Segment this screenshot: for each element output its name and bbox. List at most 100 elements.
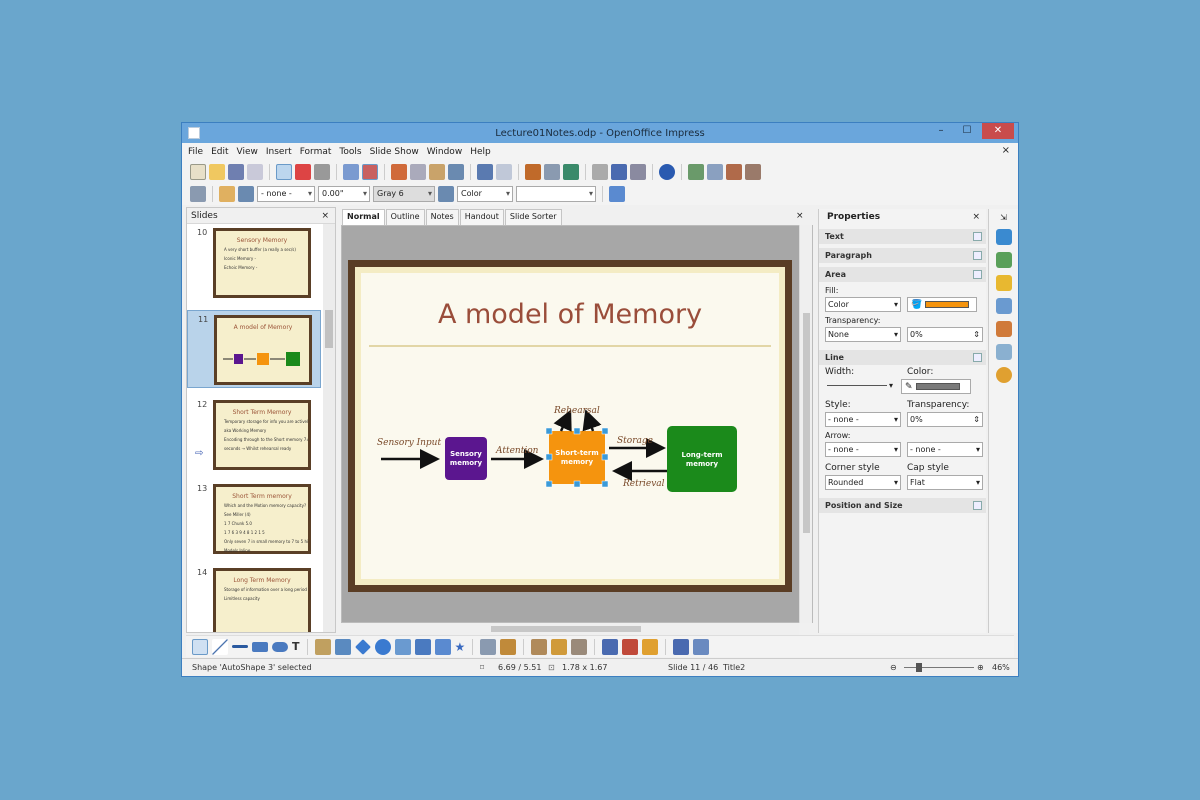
- line-color-select[interactable]: ✎: [901, 379, 971, 394]
- more-options-icon[interactable]: [973, 270, 982, 279]
- slide-design-icon[interactable]: [707, 164, 723, 180]
- editor-horizontal-scrollbar[interactable]: [341, 623, 799, 635]
- save-icon[interactable]: [228, 164, 244, 180]
- cap-style-select[interactable]: Flat: [907, 475, 983, 490]
- paste-icon[interactable]: [429, 164, 445, 180]
- select-pointer-icon[interactable]: [192, 638, 208, 655]
- fill-color-select[interactable]: 🪣: [907, 297, 977, 312]
- area-fill-select[interactable]: [516, 186, 596, 202]
- slide-thumbnail-selected[interactable]: 11 A model of Memory: [187, 310, 321, 388]
- area-style-select[interactable]: Color: [457, 186, 513, 202]
- section-area[interactable]: Area: [819, 267, 986, 282]
- more-options-icon[interactable]: [973, 353, 982, 362]
- zoom-slider[interactable]: [904, 667, 974, 668]
- undo-icon[interactable]: [477, 164, 493, 180]
- properties-deck-icon[interactable]: [995, 229, 1012, 245]
- symbol-shapes-icon[interactable]: [374, 638, 391, 655]
- spellcheck-icon[interactable]: [343, 164, 359, 180]
- zoom-slider-thumb[interactable]: [916, 663, 922, 672]
- zoom-in-icon[interactable]: ⊕: [977, 663, 984, 672]
- slide-thumbnail[interactable]: 13 Short Term memory Which and the Motio…: [187, 480, 321, 558]
- redo-icon[interactable]: [496, 164, 512, 180]
- long-term-memory-box[interactable]: [667, 426, 737, 492]
- styles-icon[interactable]: [995, 344, 1012, 360]
- export-pdf-icon[interactable]: [295, 164, 311, 180]
- close-button[interactable]: ✕: [982, 123, 1014, 139]
- glue-points-icon[interactable]: [500, 638, 517, 655]
- slide-thumbnail[interactable]: 12 ⇨ Short Term Memory Temporary storage…: [187, 396, 321, 474]
- flowchart-icon[interactable]: [414, 638, 431, 655]
- from-file-icon[interactable]: [551, 638, 568, 655]
- extrusion-icon[interactable]: [673, 638, 690, 655]
- new-document-icon[interactable]: [190, 164, 206, 180]
- slide-transition-icon[interactable]: [995, 298, 1012, 314]
- properties-close-icon[interactable]: ×: [972, 209, 980, 225]
- line-style-select[interactable]: - none -: [825, 412, 901, 427]
- cut-icon[interactable]: [391, 164, 407, 180]
- rotate-icon[interactable]: [602, 638, 619, 655]
- chart-icon[interactable]: [525, 164, 541, 180]
- edit-file-icon[interactable]: [276, 164, 292, 180]
- arrow-start-select[interactable]: - none -: [825, 442, 901, 457]
- callouts-icon[interactable]: [434, 638, 451, 655]
- menu-insert[interactable]: Insert: [266, 147, 292, 157]
- slide-show-icon[interactable]: [745, 164, 761, 180]
- copy-icon[interactable]: [410, 164, 426, 180]
- slide-thumbnail[interactable]: 14 Long Term Memory Storage of informati…: [187, 564, 321, 632]
- menu-edit[interactable]: Edit: [211, 147, 228, 157]
- slides-scrollbar[interactable]: [323, 224, 335, 632]
- corner-style-select[interactable]: Rounded: [825, 475, 901, 490]
- menu-format[interactable]: Format: [300, 147, 332, 157]
- line-icon[interactable]: [190, 186, 206, 202]
- sidebar-menu-icon[interactable]: ⇲: [989, 213, 1018, 222]
- menu-view[interactable]: View: [237, 147, 258, 157]
- arrange-icon[interactable]: [642, 638, 659, 655]
- email-icon[interactable]: [247, 164, 263, 180]
- fill-type-select[interactable]: Color: [825, 297, 901, 312]
- navigator-icon[interactable]: [995, 367, 1012, 383]
- alignment-icon[interactable]: [622, 638, 639, 655]
- curve-tool-icon[interactable]: [314, 638, 331, 655]
- basic-shapes-icon[interactable]: [354, 638, 371, 655]
- gallery-toolbar-icon[interactable]: [571, 638, 588, 655]
- editor-vertical-scrollbar[interactable]: [799, 225, 812, 623]
- slide-layout-icon[interactable]: [726, 164, 742, 180]
- gallery-icon[interactable]: [995, 321, 1012, 337]
- tab-outline[interactable]: Outline: [385, 209, 425, 225]
- line-tool-icon[interactable]: [212, 638, 228, 655]
- menu-slide-show[interactable]: Slide Show: [370, 147, 419, 157]
- view-close-icon[interactable]: ×: [796, 211, 804, 221]
- toggle-extrusion-icon[interactable]: [693, 638, 710, 655]
- points-icon[interactable]: [480, 638, 497, 655]
- grid-icon[interactable]: [592, 164, 608, 180]
- rectangle-tool-icon[interactable]: [252, 641, 268, 652]
- slide-thumbnail[interactable]: 10 Sensory Memory A very short buffer (a…: [187, 224, 321, 302]
- horizontal-scroll-thumb[interactable]: [491, 626, 641, 632]
- navigator-icon[interactable]: [611, 164, 627, 180]
- more-options-icon[interactable]: [973, 501, 982, 510]
- help-icon[interactable]: [659, 164, 675, 180]
- minimize-button[interactable]: –: [928, 123, 954, 139]
- menu-help[interactable]: Help: [470, 147, 491, 157]
- hyperlink-icon[interactable]: [563, 164, 579, 180]
- transparency-select[interactable]: None: [825, 327, 901, 342]
- maximize-button[interactable]: ☐: [954, 123, 980, 139]
- line-style-icon[interactable]: [219, 186, 235, 202]
- transparency-spinner[interactable]: 0%: [907, 327, 983, 342]
- text-tool-icon[interactable]: T: [292, 640, 300, 653]
- line-width-spinner[interactable]: 0.00": [318, 186, 370, 202]
- tab-notes[interactable]: Notes: [425, 209, 459, 225]
- slides-scrollbar-thumb[interactable]: [325, 310, 333, 348]
- format-paintbrush-icon[interactable]: [448, 164, 464, 180]
- status-zoom[interactable]: 46%: [992, 663, 1010, 672]
- tab-normal[interactable]: Normal: [342, 209, 385, 225]
- tab-handout[interactable]: Handout: [459, 209, 504, 225]
- menu-window[interactable]: Window: [427, 147, 463, 157]
- section-paragraph[interactable]: Paragraph: [819, 248, 986, 263]
- line-color-select[interactable]: Gray 6: [373, 186, 435, 202]
- slides-pane-close-icon[interactable]: ×: [321, 208, 329, 224]
- menu-file[interactable]: File: [188, 147, 203, 157]
- menu-tools[interactable]: Tools: [339, 147, 361, 157]
- line-transparency-spinner[interactable]: 0%: [907, 412, 983, 427]
- section-text[interactable]: Text: [819, 229, 986, 244]
